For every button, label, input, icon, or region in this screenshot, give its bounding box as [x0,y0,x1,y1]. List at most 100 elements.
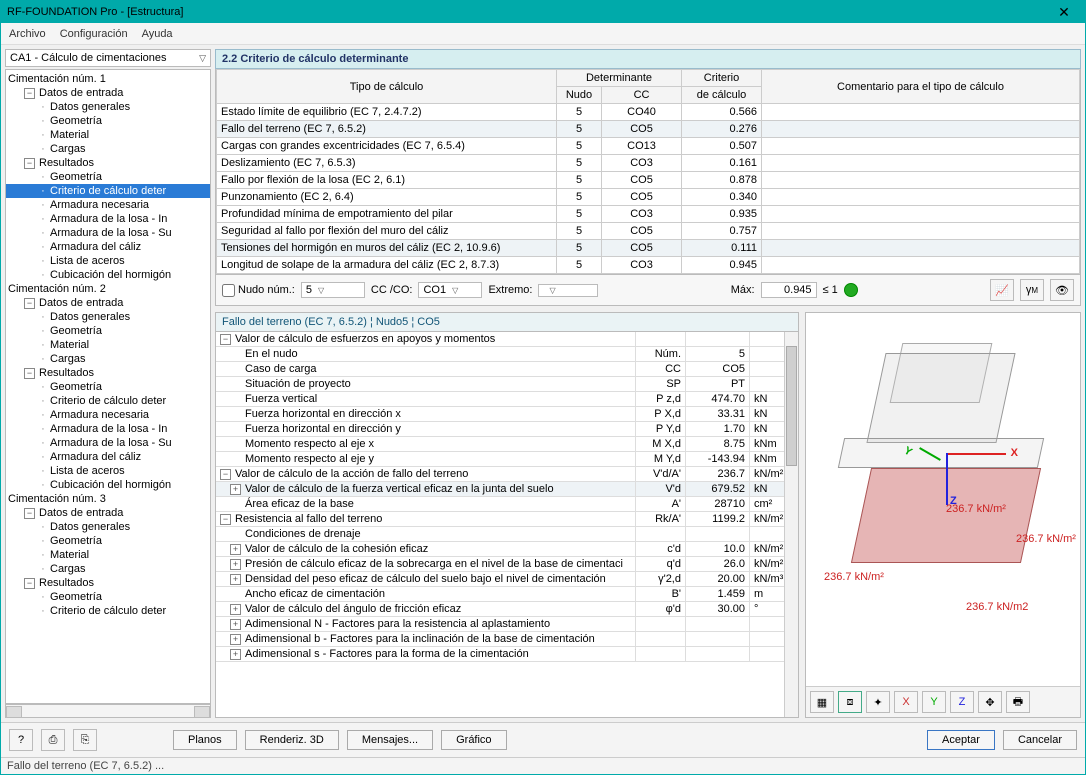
menu-ayuda[interactable]: Ayuda [142,28,173,40]
detail-row[interactable]: +Densidad del peso eficaz de cálculo del… [216,572,798,587]
detail-row[interactable]: +Presión de cálculo eficaz de la sobreca… [216,557,798,572]
tree-c3[interactable]: Cimentación núm. 3 [6,492,210,506]
detail-row[interactable]: +Adimensional N - Factores para la resis… [216,617,798,632]
view-print-icon[interactable]: 🖶 [1006,691,1030,713]
tree-rac-1[interactable]: ·Armadura del cáliz [6,240,210,254]
table-row[interactable]: Cargas con grandes excentricidades (EC 7… [217,138,1080,155]
grafico-button[interactable]: Gráfico [441,730,506,750]
detail-row[interactable]: Momento respecto al eje yM Y,d-143.94kNm [216,452,798,467]
tree-hscroll[interactable] [5,704,211,718]
detail-row[interactable]: −Resistencia al fallo del terrenoRk/A'11… [216,512,798,527]
detail-row[interactable]: −Valor de cálculo de la acción de fallo … [216,467,798,482]
window-title: RF-FOUNDATION Pro - [Estructura] [7,6,1049,18]
tree-rch-1[interactable]: ·Cubicación del hormigón [6,268,210,282]
view-x-icon[interactable]: X [894,691,918,713]
menu-configuracion[interactable]: Configuración [60,28,128,40]
tree-rgeo-1[interactable]: ·Geometría [6,170,210,184]
tree-rarm-1[interactable]: ·Armadura necesaria [6,198,210,212]
view-icon-3[interactable]: ✦ [866,691,890,713]
max-val: 0.945 [761,282,817,298]
tree-c1[interactable]: Cimentación núm. 1 [6,72,210,86]
detail-row[interactable]: −Valor de cálculo de esfuerzos en apoyos… [216,332,798,347]
mensajes-button[interactable]: Mensajes... [347,730,433,750]
export-icon[interactable]: ⎙ [41,729,65,751]
tool-icon-2[interactable]: γM [1020,279,1044,301]
tree-c2[interactable]: Cimentación núm. 2 [6,282,210,296]
help-icon[interactable]: ? [9,729,33,751]
table-row[interactable]: Longitud de solape de la armadura del cá… [217,257,1080,274]
planos-button[interactable]: Planos [173,730,237,750]
axis-z-icon [946,453,948,505]
titlebar: RF-FOUNDATION Pro - [Estructura] ✕ [1,1,1085,23]
nudo-check[interactable]: Nudo núm.: [222,284,295,297]
render-button[interactable]: Renderiz. 3D [245,730,339,750]
detail-row[interactable]: Fuerza verticalP z,d474.70kN [216,392,798,407]
status-ok-icon [844,283,858,297]
table-row[interactable]: Seguridad al fallo por flexión del muro … [217,223,1080,240]
detail-row[interactable]: +Adimensional s - Factores para la forma… [216,647,798,662]
cc-input[interactable]: CO1▽ [418,282,482,298]
detail-row[interactable]: Situación de proyectoSPPT [216,377,798,392]
tool-icon-3[interactable]: 👁 [1050,279,1074,301]
view-xyz-icon[interactable]: ✥ [978,691,1002,713]
viewer-3d[interactable]: 236.7 kN/m² 236.7 kN/m² 236.7 kN/m² 236.… [805,312,1081,718]
detail-row[interactable]: Momento respecto al eje xM X,d8.75kNm [216,437,798,452]
detail-row[interactable]: +Adimensional b - Factores para la incli… [216,632,798,647]
detail-row[interactable]: En el nudoNúm.5 [216,347,798,362]
view-icon-1[interactable]: ▦ [810,691,834,713]
detail-row[interactable]: Fuerza horizontal en dirección xP X,d33.… [216,407,798,422]
details-panel: Fallo del terreno (EC 7, 6.5.2) ¦ Nudo5 … [215,312,799,718]
tool-icon-1[interactable]: 📈 [990,279,1014,301]
tree-dg-1[interactable]: ·Datos generales [6,100,210,114]
table-row[interactable]: Punzonamiento (EC 2, 6.4)5CO50.340 [217,189,1080,206]
table-row[interactable]: Fallo por flexión de la losa (EC 2, 6.1)… [217,172,1080,189]
ext-input[interactable]: ▽ [538,284,598,297]
tree-res-2[interactable]: −Resultados [6,366,210,380]
tree-datos-1[interactable]: −Datos de entrada [6,86,210,100]
details-vscroll[interactable] [784,332,798,717]
detail-row[interactable]: Ancho eficaz de cimentaciónB'1.459m [216,587,798,602]
tree-ral1-1[interactable]: ·Armadura de la losa - In [6,212,210,226]
view-y-icon[interactable]: Y [922,691,946,713]
tree-datos-3[interactable]: −Datos de entrada [6,506,210,520]
chevron-down-icon: ▽ [199,53,206,64]
table-row[interactable]: Fallo del terreno (EC 7, 6.5.2)5CO50.276 [217,121,1080,138]
detail-row[interactable]: +Valor de cálculo de la fuerza vertical … [216,482,798,497]
tree-rcrit-1[interactable]: ·Criterio de cálculo deter [6,184,210,198]
detail-row[interactable]: Área eficaz de la baseA'28710cm² [216,497,798,512]
detail-row[interactable]: +Valor de cálculo del ángulo de fricción… [216,602,798,617]
tree-rla-1[interactable]: ·Lista de aceros [6,254,210,268]
tree-res-3[interactable]: −Resultados [6,576,210,590]
tree-geo-1[interactable]: ·Geometría [6,114,210,128]
axis-x-icon [946,453,1006,455]
tree-datos-2[interactable]: −Datos de entrada [6,296,210,310]
table-row[interactable]: Estado límite de equilibrio (EC 7, 2.4.7… [217,104,1080,121]
view-icon-2[interactable]: ⧈ [838,691,862,713]
nav-tree[interactable]: Cimentación núm. 1 −Datos de entrada ·Da… [5,69,211,704]
table-row[interactable]: Tensiones del hormigón en muros del cáli… [217,240,1080,257]
tree-ral2-1[interactable]: ·Armadura de la losa - Su [6,226,210,240]
criteria-table[interactable]: Tipo de cálculoDeterminanteCriterioComen… [216,69,1080,274]
view-z-icon[interactable]: Z [950,691,974,713]
close-icon[interactable]: ✕ [1049,4,1079,21]
detail-row[interactable]: +Valor de cálculo de la cohesión eficazc… [216,542,798,557]
case-selector[interactable]: CA1 - Cálculo de cimentaciones▽ [5,49,211,67]
import-icon[interactable]: ⎘ [73,729,97,751]
detail-row[interactable]: Fuerza horizontal en dirección yP Y,d1.7… [216,422,798,437]
tree-car-1[interactable]: ·Cargas [6,142,210,156]
tree-res-1[interactable]: −Resultados [6,156,210,170]
tree-mat-1[interactable]: ·Material [6,128,210,142]
detail-row[interactable]: Condiciones de drenaje [216,527,798,542]
filter-bar: Nudo núm.: 5▽ CC /CO: CO1▽ Extremo: ▽ Má… [215,275,1081,306]
statusbar: Fallo del terreno (EC 7, 6.5.2) ... [1,757,1085,774]
nudo-input[interactable]: 5▽ [301,282,365,298]
aceptar-button[interactable]: Aceptar [927,730,995,750]
cancelar-button[interactable]: Cancelar [1003,730,1077,750]
detail-row[interactable]: Caso de cargaCCCO5 [216,362,798,377]
table-row[interactable]: Profundidad mínima de empotramiento del … [217,206,1080,223]
menu-archivo[interactable]: Archivo [9,28,46,40]
footer: ? ⎙ ⎘ Planos Renderiz. 3D Mensajes... Gr… [1,722,1085,757]
section-title: 2.2 Criterio de cálculo determinante [215,49,1081,69]
table-row[interactable]: Deslizamiento (EC 7, 6.5.3)5CO30.161 [217,155,1080,172]
details-title: Fallo del terreno (EC 7, 6.5.2) ¦ Nudo5 … [216,313,798,332]
